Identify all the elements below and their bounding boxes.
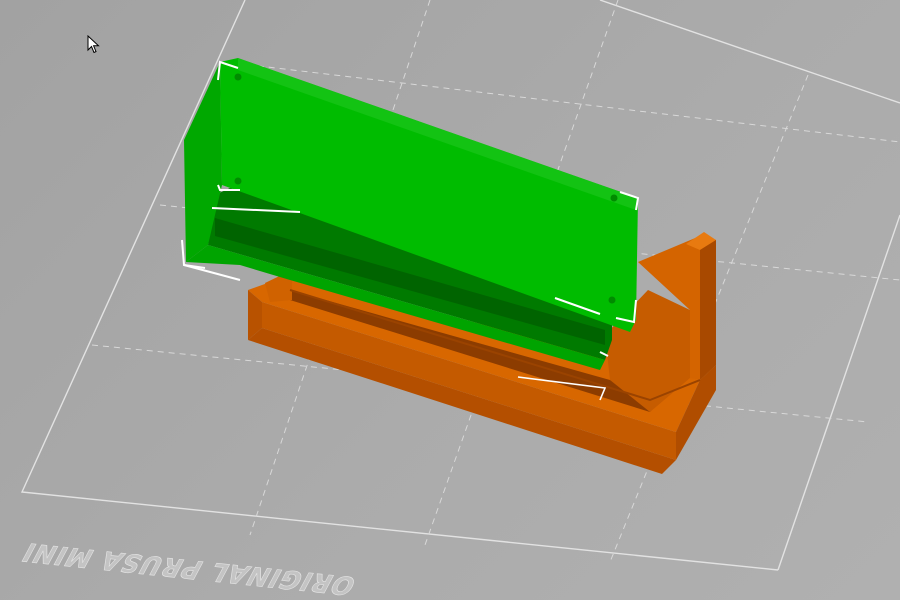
bed-outline-right xyxy=(777,214,900,571)
box-end-wall-face xyxy=(700,240,716,380)
lid-hole xyxy=(608,296,616,304)
3d-viewport[interactable]: ORIGINAL PRUSA MINI xyxy=(0,0,900,600)
bed-outline-back xyxy=(599,0,900,104)
lid-hole xyxy=(234,177,242,185)
arrow-cursor-icon xyxy=(87,35,100,54)
lid-hole xyxy=(234,73,242,81)
bed-label: ORIGINAL PRUSA MINI xyxy=(17,537,362,599)
lid-hole xyxy=(610,194,618,202)
3d-scene[interactable]: ORIGINAL PRUSA MINI xyxy=(0,0,900,600)
